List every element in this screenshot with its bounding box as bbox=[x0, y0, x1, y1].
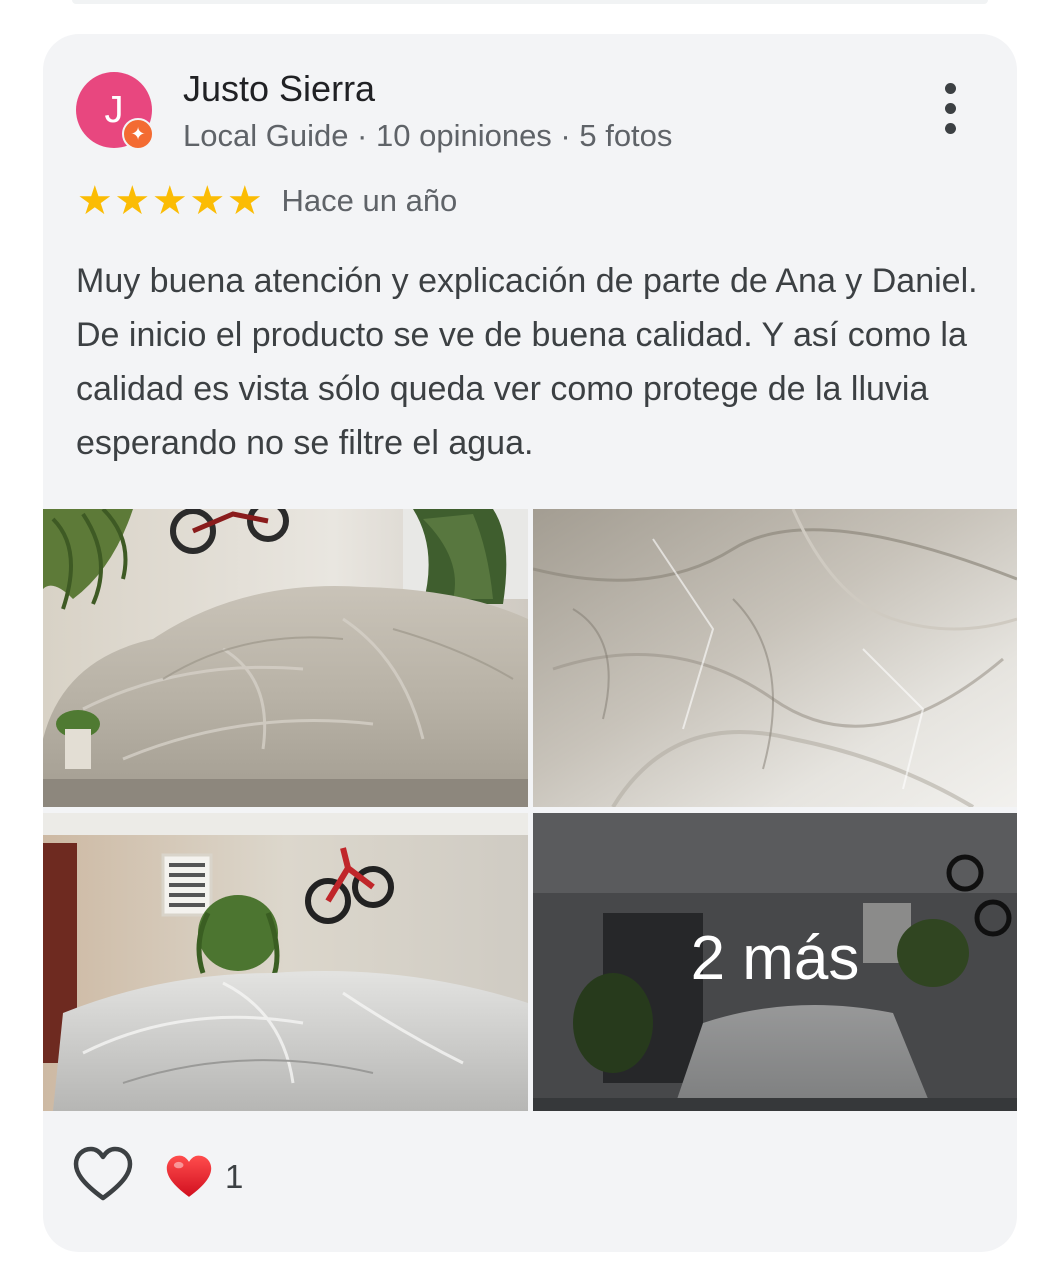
star-icon: ★ bbox=[114, 179, 151, 223]
star-icon: ★ bbox=[226, 179, 263, 223]
avatar-initial: J bbox=[104, 89, 124, 131]
heart-outline-icon bbox=[73, 1146, 133, 1201]
review-time: Hace un año bbox=[281, 183, 458, 218]
dot-icon bbox=[945, 103, 956, 114]
dot-icon bbox=[945, 123, 956, 134]
review-photo-more[interactable]: 2 más bbox=[533, 813, 1017, 1111]
star-icon: ★ bbox=[151, 179, 188, 223]
review-photo[interactable] bbox=[43, 509, 528, 807]
review-photo[interactable] bbox=[43, 813, 528, 1111]
dot-icon bbox=[945, 83, 956, 94]
more-options-button[interactable] bbox=[929, 82, 973, 134]
more-photos-label[interactable]: 2 más bbox=[533, 923, 1017, 995]
car-cover-bike-photo-icon bbox=[43, 813, 528, 1111]
like-button[interactable] bbox=[73, 1146, 133, 1204]
review-photo[interactable] bbox=[533, 509, 1017, 807]
reaction-summary[interactable]: 1 bbox=[165, 1152, 243, 1202]
star-icon: ★ bbox=[189, 179, 226, 223]
author-name[interactable]: Justo Sierra bbox=[183, 68, 375, 110]
author-meta: Local Guide · 10 opiniones · 5 fotos bbox=[183, 118, 673, 153]
previous-card-edge bbox=[72, 0, 988, 4]
car-cover-photo-icon bbox=[43, 509, 528, 807]
star-icon: ★ bbox=[76, 179, 113, 223]
photo-grid: 2 más bbox=[43, 509, 1017, 1111]
red-heart-icon bbox=[166, 1155, 212, 1197]
fabric-closeup-photo-icon bbox=[533, 509, 1017, 807]
local-guide-badge-icon: ✦ bbox=[122, 118, 154, 150]
reaction-count: 1 bbox=[225, 1158, 244, 1195]
review-text: Muy buena atención y explicación de part… bbox=[76, 262, 978, 462]
star-rating: ★ ★ ★ ★ ★ bbox=[76, 179, 264, 223]
rating-row: ★ ★ ★ ★ ★ Hace un año bbox=[76, 179, 458, 223]
review-card: J ✦ Justo Sierra Local Guide · 10 opinio… bbox=[43, 34, 1017, 1252]
